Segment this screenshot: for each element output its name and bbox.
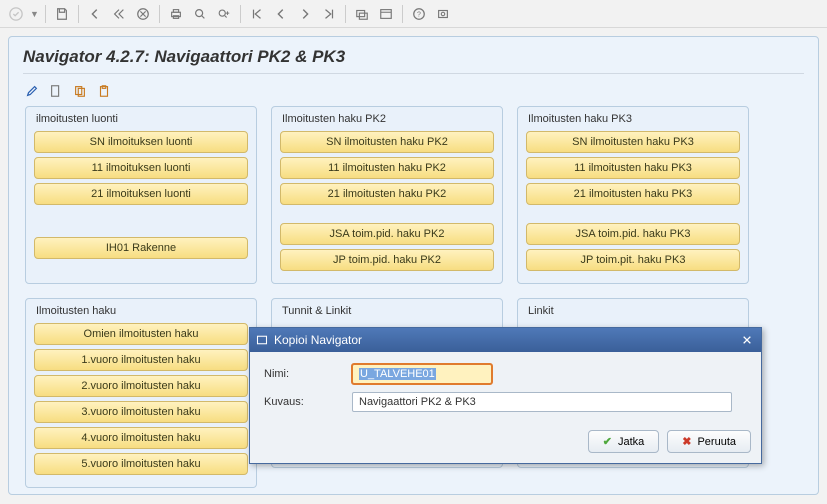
dialog-titlebar[interactable]: Kopioi Navigator [250, 328, 761, 352]
btn-11-pk3[interactable]: 11 ilmoitusten haku PK3 [526, 157, 740, 179]
save-icon[interactable] [52, 4, 72, 24]
toolbar-separator [159, 5, 160, 23]
last-page-icon[interactable] [319, 4, 339, 24]
btn-sn-pk2[interactable]: SN ilmoitusten haku PK2 [280, 131, 494, 153]
btn-21-pk3[interactable]: 21 ilmoitusten haku PK3 [526, 183, 740, 205]
name-label: Nimi: [264, 368, 344, 380]
toolbar-separator [45, 5, 46, 23]
new-session-icon[interactable] [352, 4, 372, 24]
edit-icon[interactable] [23, 82, 41, 100]
layout-icon[interactable] [376, 4, 396, 24]
group-title: Ilmoitusten haku [34, 303, 248, 323]
group-title: Linkit [526, 303, 740, 323]
help-icon[interactable]: ? [409, 4, 429, 24]
btn-11-create[interactable]: 11 ilmoituksen luonti [34, 157, 248, 179]
ok-label: Jatka [618, 436, 644, 448]
copy-icon[interactable] [71, 82, 89, 100]
check-icon: ✔ [603, 435, 612, 448]
toolbar-separator [402, 5, 403, 23]
close-icon[interactable] [739, 332, 755, 348]
btn-ih01[interactable]: IH01 Rakenne [34, 237, 248, 259]
btn-21-pk2[interactable]: 21 ilmoitusten haku PK2 [280, 183, 494, 205]
group-title: Ilmoitusten haku PK3 [526, 111, 740, 131]
btn-jsa-pk3[interactable]: JSA toim.pid. haku PK3 [526, 223, 740, 245]
ok-button[interactable]: ✔ Jatka [588, 430, 660, 453]
btn-shift3-search[interactable]: 3.vuoro ilmoitusten haku [34, 401, 248, 423]
copy-navigator-dialog: Kopioi Navigator Nimi: U_TALVEHE01 Kuvau… [249, 327, 762, 464]
group-title: Ilmoitusten haku PK2 [280, 111, 494, 131]
btn-own-search[interactable]: Omien ilmoitusten haku [34, 323, 248, 345]
group-search: Ilmoitusten haku Omien ilmoitusten haku … [25, 298, 257, 488]
btn-jp-pk3[interactable]: JP toim.pit. haku PK3 [526, 249, 740, 271]
back-icon[interactable] [85, 4, 105, 24]
page-title: Navigator 4.2.7: Navigaattori PK2 & PK3 [23, 47, 804, 74]
group-title: Tunnit & Linkit [280, 303, 494, 323]
desc-label: Kuvaus: [264, 396, 344, 408]
settings-icon[interactable] [433, 4, 453, 24]
ok-icon [6, 4, 26, 24]
desc-field[interactable] [352, 392, 732, 412]
group-title: ilmoitusten luonti [34, 111, 248, 131]
dialog-title: Kopioi Navigator [274, 333, 362, 347]
btn-shift1-search[interactable]: 1.vuoro ilmoitusten haku [34, 349, 248, 371]
sub-toolbar [23, 74, 804, 102]
btn-jp-pk2[interactable]: JP toim.pid. haku PK2 [280, 249, 494, 271]
btn-21-create[interactable]: 21 ilmoituksen luonti [34, 183, 248, 205]
toolbar-separator [345, 5, 346, 23]
x-icon: ✖ [682, 435, 691, 448]
prev-page-icon[interactable] [271, 4, 291, 24]
cancel-icon[interactable] [133, 4, 153, 24]
cancel-button[interactable]: ✖ Peruuta [667, 430, 751, 453]
find-next-icon[interactable] [214, 4, 234, 24]
paste-icon[interactable] [95, 82, 113, 100]
back2-icon[interactable] [109, 4, 129, 24]
btn-11-pk2[interactable]: 11 ilmoitusten haku PK2 [280, 157, 494, 179]
new-icon[interactable] [47, 82, 65, 100]
btn-sn-pk3[interactable]: SN ilmoitusten haku PK3 [526, 131, 740, 153]
name-field[interactable]: U_TALVEHE01 [352, 364, 492, 384]
next-page-icon[interactable] [295, 4, 315, 24]
btn-sn-create[interactable]: SN ilmoituksen luonti [34, 131, 248, 153]
find-icon[interactable] [190, 4, 210, 24]
btn-shift5-search[interactable]: 5.vuoro ilmoitusten haku [34, 453, 248, 475]
first-page-icon[interactable] [247, 4, 267, 24]
group-create: ilmoitusten luonti SN ilmoituksen luonti… [25, 106, 257, 284]
svg-text:?: ? [417, 11, 421, 18]
cancel-label: Peruuta [697, 436, 736, 448]
toolbar-separator [240, 5, 241, 23]
print-icon[interactable] [166, 4, 186, 24]
btn-shift4-search[interactable]: 4.vuoro ilmoitusten haku [34, 427, 248, 449]
group-pk3: Ilmoitusten haku PK3 SN ilmoitusten haku… [517, 106, 749, 284]
btn-jsa-pk2[interactable]: JSA toim.pid. haku PK2 [280, 223, 494, 245]
toolbar-separator [78, 5, 79, 23]
toolbar-dropdown-icon: ▼ [30, 9, 39, 19]
btn-shift2-search[interactable]: 2.vuoro ilmoitusten haku [34, 375, 248, 397]
dialog-icon [256, 334, 268, 346]
group-pk2: Ilmoitusten haku PK2 SN ilmoitusten haku… [271, 106, 503, 284]
app-toolbar: ▼ ? [0, 0, 827, 28]
